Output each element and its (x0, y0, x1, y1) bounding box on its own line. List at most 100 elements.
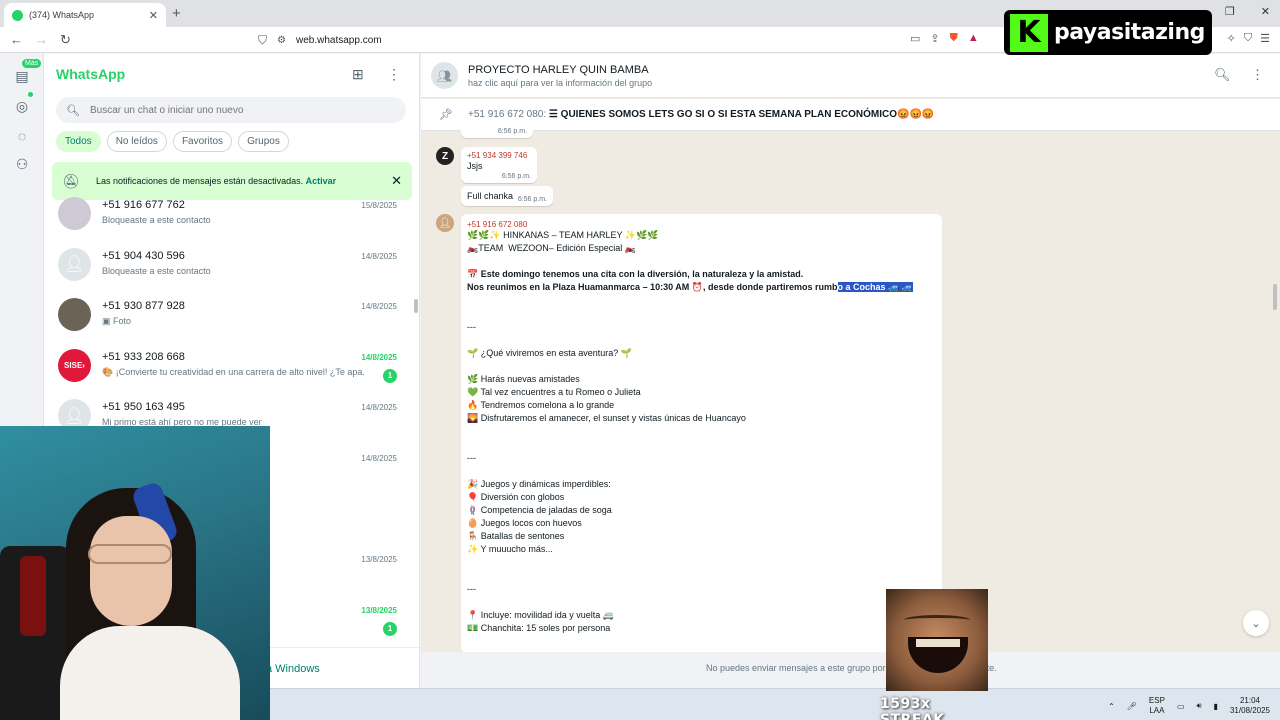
message-list-item: 🌿 Harás nuevas amistades (467, 374, 580, 385)
default-avatar-icon: 👤︎ (58, 247, 91, 281)
filter-todos[interactable]: Todos (56, 131, 101, 152)
glasses-shape (88, 544, 172, 564)
new-chat-icon[interactable]: ⊞ (352, 66, 364, 83)
cast-icon[interactable]: ▭ (910, 32, 920, 45)
message-list: 6:56 p.m. Z +51 934 399 746 Jsjs 6:56 p.… (421, 124, 1280, 654)
chat-name: +51 933 208 668 (102, 350, 185, 363)
chat-name: +51 950 163 495 (102, 401, 185, 414)
vpn-icon[interactable]: ⛉ (1244, 32, 1252, 45)
scroll-to-bottom-button[interactable]: ⌄ (1243, 610, 1269, 636)
network-icon[interactable]: ▭ (1177, 702, 1185, 711)
conversation-scrollbar[interactable] (1273, 284, 1277, 310)
language-indicator[interactable]: ESP LAA (1149, 696, 1165, 716)
chat-list-item[interactable]: SISE› +51 933 208 668 14/8/2025 🎨 ¡Convi… (44, 344, 419, 395)
message-time: 6:56 p.m. (497, 128, 527, 135)
search-box: 🔍︎ (56, 97, 406, 123)
sender-avatar-icon[interactable]: 👤︎ (436, 214, 454, 232)
maximize-button[interactable]: ❐ (1225, 5, 1235, 18)
brave-shield-icon[interactable]: ⛊ (950, 32, 958, 45)
message-line: 📍 Incluye: movilidad ida y vuelta 🚐 (467, 609, 614, 620)
chat-preview: ▣ Foto (102, 316, 132, 327)
message-line: 🌱 ¿Qué viviremos en esta aventura? 🌱 (467, 347, 632, 358)
message-line: 🏍️TEAM WEZOON– Edición Especial 🏍️ (467, 243, 636, 254)
message-line: 💵 Chanchita: 15 soles por persona (467, 622, 611, 633)
volume-icon[interactable]: 🔊︎ (1197, 701, 1202, 711)
chat-date: 14/8/2025 (361, 453, 397, 463)
search-icon: 🔍︎ (66, 104, 80, 117)
message-separator: --- (467, 583, 476, 594)
search-input[interactable] (89, 104, 390, 116)
ai-icon[interactable]: ✧ (1227, 32, 1236, 45)
chat-date: 13/8/2025 (361, 555, 397, 565)
new-tab-button[interactable]: + (172, 5, 181, 22)
status-dot (28, 92, 33, 97)
chat-date: 13/8/2025 (361, 605, 397, 615)
conversation-menu-icon[interactable]: ⋮ (1251, 67, 1264, 83)
reload-icon[interactable]: ↻ (60, 32, 71, 48)
group-avatar-icon: 👥︎ (431, 62, 458, 89)
communities-icon[interactable]: ⚇ (12, 156, 32, 176)
message-separator: --- (467, 321, 476, 332)
chat-name: +51 916 677 762 (102, 199, 185, 211)
site-info-icon[interactable]: ⚙ (277, 35, 286, 46)
message-bubble: +51 934 399 746 Jsjs 6:56 p.m. (461, 147, 537, 183)
kick-logo-icon: K (1010, 13, 1048, 52)
chat-name: +51 904 430 596 (102, 249, 185, 262)
filter-favoritos[interactable]: Favoritos (172, 131, 233, 152)
streamer-logo: K payasitazing (1004, 10, 1212, 55)
activate-notifications-link[interactable]: Activar (306, 176, 337, 186)
sidebar-menu-icon[interactable]: ⋮ (387, 66, 401, 83)
microphone-icon[interactable]: 🎤︎ (1127, 702, 1137, 711)
avatar (58, 197, 91, 230)
search-messages-icon[interactable]: 🔍︎ (1214, 67, 1231, 83)
sidebar-scrollbar[interactable] (414, 299, 418, 313)
filter-chips: Todos No leídos Favoritos Grupos (56, 131, 289, 152)
close-tab-icon[interactable]: ✕ (149, 9, 158, 22)
clock[interactable]: 21:04 31/08/2025 (1230, 696, 1270, 716)
streamer-face-shape (90, 516, 172, 626)
message-line-selected: Nos reunimos en la Plaza Huamanmarca – 1… (467, 282, 913, 293)
forward-arrow-icon[interactable]: → (35, 32, 48, 48)
status-icon[interactable]: ◎ (12, 98, 32, 118)
browser-tab-whatsapp[interactable]: (374) WhatsApp ✕ (4, 3, 166, 27)
close-banner-icon[interactable]: ✕ (391, 173, 402, 189)
filter-no-leidos[interactable]: No leídos (106, 131, 167, 152)
chat-list-item[interactable]: 👤︎ +51 904 430 596 14/8/2025 Bloqueaste … (44, 243, 419, 294)
pinned-text: +51 916 672 080: ☰ QUIENES SOMOS LETS GO… (468, 109, 935, 120)
chat-date: 14/8/2025 (361, 251, 397, 261)
url-text: web.whatsapp.com (295, 34, 382, 46)
url-field[interactable]: ⛉ ⚙ web.whatsapp.com (258, 30, 998, 50)
battery-icon[interactable]: ▮ (1214, 702, 1218, 711)
webcam-overlay (0, 426, 270, 720)
brave-rewards-icon[interactable]: ▲ (968, 32, 979, 45)
microphone-shape (20, 556, 46, 636)
message-list-item: 🔥 Tendremos comelona a lo grande (467, 400, 615, 411)
message-line: 🌿🌿✨ HINKANAS – TEAM HARLEY ✨🌿🌿 (467, 230, 659, 240)
close-window-button[interactable]: ✕ (1261, 5, 1270, 18)
system-tray: ⌃ 🎤︎ ESP LAA ▭ 🔊︎ ▮ 21:04 31/08/2025 (1108, 696, 1270, 716)
share-icon[interactable]: ⇪ (930, 32, 939, 45)
tray-chevron-icon[interactable]: ⌃ (1108, 702, 1115, 711)
message-sender: +51 916 672 080 (467, 220, 528, 229)
message-list-item: 🪢 Competencia de jaladas de soga (467, 504, 612, 515)
selected-text: o a Cochas (837, 282, 886, 293)
windows-app-link[interactable]: a Windows (266, 663, 320, 675)
channels-icon[interactable]: ◌ (12, 128, 32, 148)
filter-grupos[interactable]: Grupos (238, 131, 289, 152)
notification-text: Las notificaciones de mensajes están des… (96, 176, 337, 186)
chat-preview: 🎨 ¡Convierte tu creatividad en una carre… (102, 366, 364, 377)
app-title: WhatsApp (56, 66, 126, 82)
browser-menu-icon[interactable]: ☰ (1260, 32, 1270, 45)
photo-icon: ▣ (102, 316, 114, 327)
pinned-message-bar[interactable]: 📌︎ +51 916 672 080: ☰ QUIENES SOMOS LETS… (421, 99, 1280, 131)
bookmark-icon[interactable]: ⛉ (258, 33, 267, 48)
chat-preview: Bloqueaste a este contacto (102, 215, 211, 225)
message-list-item: ✨ Y muuucho más... (467, 544, 553, 555)
conversation-header[interactable]: 👥︎ PROYECTO HARLEY QUIN BAMBA haz clic a… (421, 54, 1280, 98)
back-arrow-icon[interactable]: ← (10, 32, 23, 48)
message-list-item: 💚 Tal vez encuentres a tu Romeo o Juliet… (467, 387, 641, 398)
sender-avatar-z[interactable]: Z (436, 147, 454, 165)
chat-list-item[interactable]: +51 916 677 762 15/8/2025 Bloqueaste a e… (44, 192, 419, 243)
chats-icon[interactable]: ▤ (12, 68, 32, 88)
chat-list-item[interactable]: +51 930 877 928 14/8/2025 ▣ Foto (44, 293, 419, 344)
